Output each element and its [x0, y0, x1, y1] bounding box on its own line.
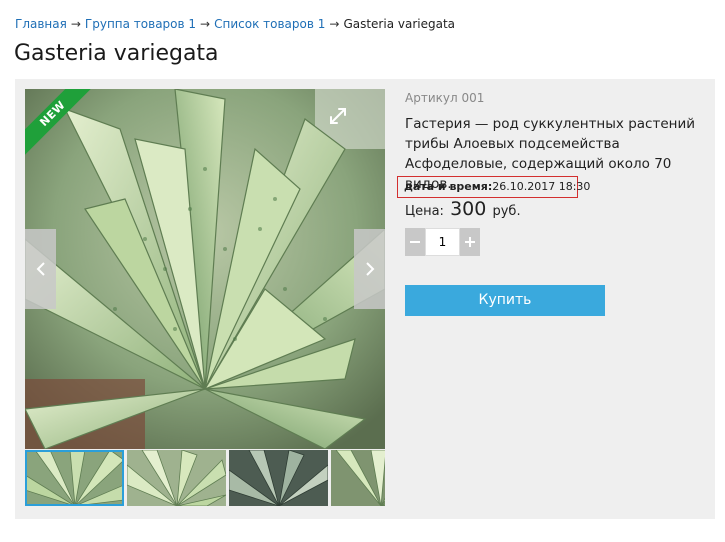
- buy-button[interactable]: Купить: [405, 285, 605, 316]
- product-price: Цена: 300 руб.: [405, 198, 521, 220]
- datetime-value: 26.10.2017 18:30: [492, 180, 591, 193]
- datetime-label: дата и время:: [404, 180, 493, 193]
- quantity-decrease-button[interactable]: [405, 228, 425, 256]
- breadcrumb-separator: →: [329, 17, 340, 31]
- quantity-stepper: [405, 228, 480, 256]
- price-currency: руб.: [492, 204, 521, 219]
- quantity-increase-button[interactable]: [460, 228, 480, 256]
- product-sku: Артикул 001: [405, 91, 485, 105]
- breadcrumb-link-home[interactable]: Главная: [15, 17, 67, 31]
- breadcrumb: Главная → Группа товаров 1 → Список товаров …: [15, 16, 455, 32]
- breadcrumb-link-group[interactable]: Группа товаров 1: [85, 17, 196, 31]
- chevron-right-icon: [365, 262, 374, 276]
- breadcrumb-separator: →: [200, 17, 211, 31]
- product-datetime: дата и время:26.10.2017 18:30: [397, 176, 590, 198]
- chevron-left-icon: [36, 262, 45, 276]
- thumbnail-3[interactable]: [229, 450, 328, 506]
- plus-icon: [465, 237, 475, 247]
- breadcrumb-current: Gasteria variegata: [343, 17, 455, 31]
- new-badge: NEW: [25, 89, 95, 159]
- expand-icon[interactable]: [328, 106, 348, 126]
- breadcrumb-link-list[interactable]: Список товаров 1: [214, 17, 325, 31]
- breadcrumb-separator: →: [70, 17, 81, 31]
- gallery-prev-button[interactable]: [25, 229, 56, 309]
- price-value: 300: [450, 198, 487, 220]
- price-label: Цена:: [405, 204, 444, 219]
- page-title: Gasteria variegata: [14, 41, 219, 66]
- thumbnail-4[interactable]: [331, 450, 385, 506]
- quantity-input[interactable]: [425, 228, 460, 256]
- thumbnail-strip: [25, 450, 385, 506]
- new-badge-label: NEW: [25, 89, 95, 156]
- thumbnail-1[interactable]: [25, 450, 124, 506]
- thumbnail-2[interactable]: [127, 450, 226, 506]
- gallery-next-button[interactable]: [354, 229, 385, 309]
- minus-icon: [410, 241, 420, 243]
